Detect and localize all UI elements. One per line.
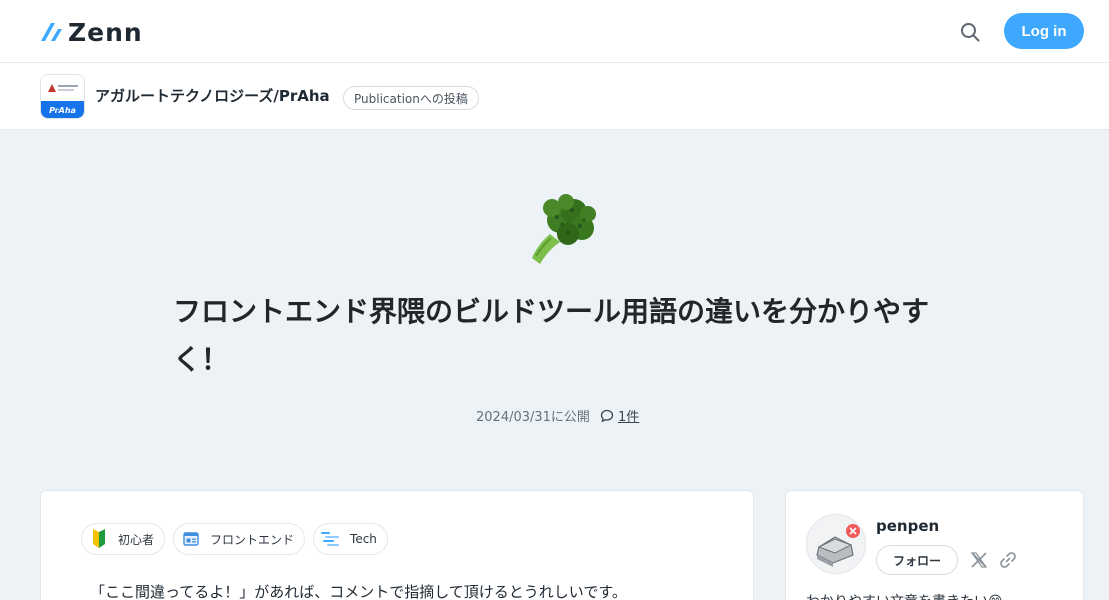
- author-name[interactable]: penpen: [876, 517, 939, 535]
- publication-logo-mark: [41, 75, 84, 101]
- article-body: 初心者 フロントエンド Tech 「ここ間違ってるよ！」があれば、コメントで指摘…: [40, 490, 754, 600]
- beginner-mark-icon: [88, 528, 110, 550]
- frontend-icon: [180, 528, 202, 550]
- tag-tech[interactable]: Tech: [313, 523, 388, 555]
- tech-icon: [320, 528, 342, 550]
- zenn-logo-icon: [41, 23, 62, 41]
- tag-label: フロントエンド: [210, 532, 295, 547]
- comment-icon: [600, 409, 614, 422]
- zenn-logo[interactable]: Zenn: [40, 17, 143, 47]
- publication-badge: Publicationへの投稿: [343, 86, 479, 110]
- broccoli-emoji-icon: [524, 190, 602, 268]
- author-avatar[interactable]: [806, 514, 866, 574]
- comment-count-link[interactable]: 1件: [600, 406, 639, 425]
- tag-label: 初心者: [118, 532, 155, 547]
- publication-bar: PrAha アガルートテクノロジーズ/PrAha Publicationへの投稿: [0, 63, 1109, 130]
- tag-label: Tech: [350, 532, 377, 546]
- tag-beginner[interactable]: 初心者: [81, 523, 166, 555]
- publication-name[interactable]: アガルートテクノロジーズ/PrAha: [95, 85, 330, 106]
- article-intro: 「ここ間違ってるよ！」があれば、コメントで指摘して頂けるとうれしいです。: [90, 583, 627, 600]
- comment-count: 1件: [617, 410, 640, 425]
- publication-logo-label: PrAha: [41, 101, 84, 118]
- author-card: penpen フォロー わかりやすい文章を書きたい😄: [785, 490, 1084, 600]
- topic-tags: 初心者 フロントエンド Tech: [81, 523, 388, 555]
- link-icon: [1000, 552, 1016, 568]
- logo-text: Zenn: [68, 17, 143, 47]
- publication-logo[interactable]: PrAha: [40, 74, 85, 119]
- site-header: Zenn Log in: [0, 0, 1109, 63]
- follow-button[interactable]: フォロー: [876, 545, 958, 575]
- website-link[interactable]: [997, 549, 1019, 571]
- author-bio: わかりやすい文章を書きたい😄: [806, 591, 1003, 600]
- search-icon: [961, 23, 980, 42]
- x-icon: [970, 552, 988, 568]
- article-meta: 2024/03/31に公開 1件: [476, 406, 639, 425]
- x-profile-link[interactable]: [968, 549, 990, 571]
- login-button[interactable]: Log in: [1004, 13, 1084, 49]
- search-button[interactable]: [957, 19, 983, 45]
- published-date: 2024/03/31に公開: [476, 410, 590, 425]
- tag-frontend[interactable]: フロントエンド: [173, 523, 306, 555]
- article-title: フロントエンド界隈のビルドツール用語の違いを分かりやすく！: [173, 295, 930, 376]
